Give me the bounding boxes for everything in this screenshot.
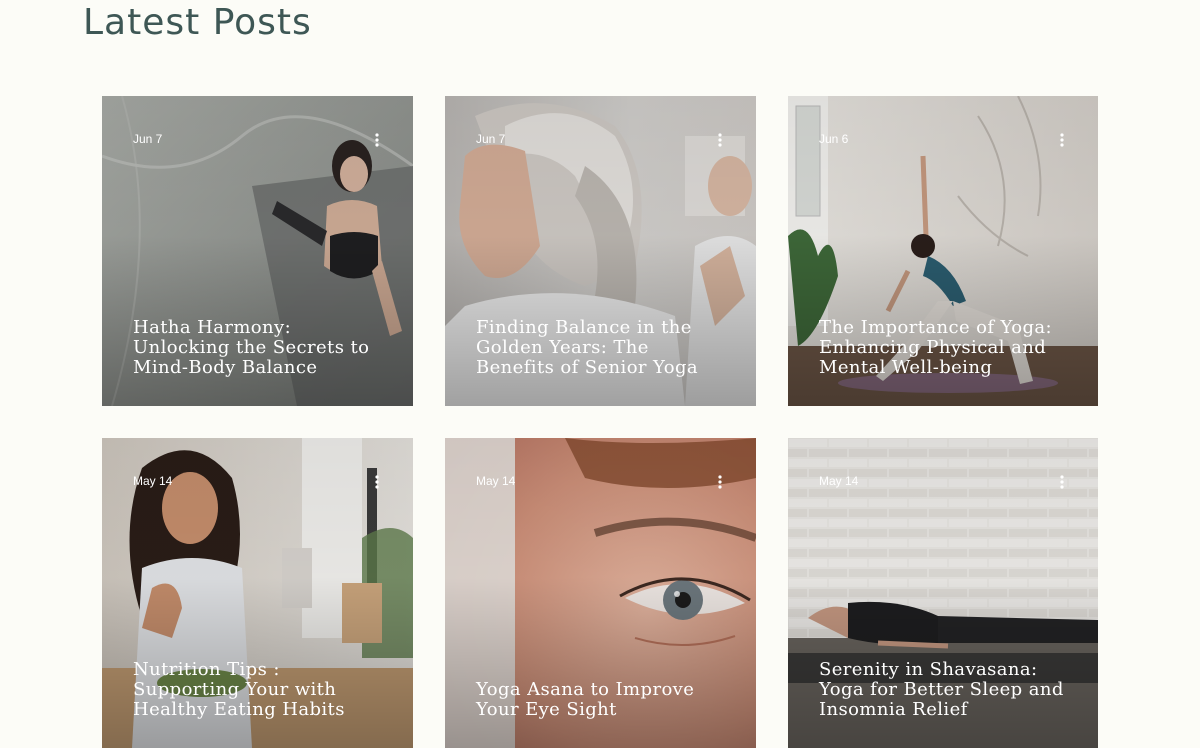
post-card[interactable]: May 14 Yoga Asana to Improve Your Eye Si… bbox=[445, 438, 756, 748]
post-date: Jun 7 bbox=[476, 132, 506, 146]
post-date: May 14 bbox=[476, 474, 516, 488]
more-options-icon[interactable] bbox=[1054, 474, 1070, 490]
more-options-icon[interactable] bbox=[369, 132, 385, 148]
post-title[interactable]: Serenity in Shavasana: Yoga for Better S… bbox=[819, 660, 1074, 720]
post-title[interactable]: The Importance of Yoga: Enhancing Physic… bbox=[819, 318, 1074, 378]
post-card[interactable]: May 14 Serenity in Shavasana: Yoga for B… bbox=[788, 438, 1098, 748]
post-card[interactable]: Jun 7 Hatha Harmony: Unlocking the Secre… bbox=[102, 96, 413, 406]
more-options-icon[interactable] bbox=[369, 474, 385, 490]
post-date: Jun 6 bbox=[819, 132, 849, 146]
post-title[interactable]: Yoga Asana to Improve Your Eye Sight bbox=[476, 680, 732, 720]
post-card[interactable]: May 14 Nutrition Tips : Supporting Your … bbox=[102, 438, 413, 748]
post-title[interactable]: Hatha Harmony: Unlocking the Secrets to … bbox=[133, 318, 389, 378]
post-card[interactable]: Jun 7 Finding Balance in the Golden Year… bbox=[445, 96, 756, 406]
posts-grid: Jun 7 Hatha Harmony: Unlocking the Secre… bbox=[102, 96, 1098, 748]
post-card[interactable]: Jun 6 The Importance of Yoga: Enhancing … bbox=[788, 96, 1098, 406]
page-title: Latest Posts bbox=[83, 2, 312, 43]
post-date: May 14 bbox=[133, 474, 173, 488]
post-date: Jun 7 bbox=[133, 132, 163, 146]
post-title[interactable]: Finding Balance in the Golden Years: The… bbox=[476, 318, 732, 378]
post-title[interactable]: Nutrition Tips : Supporting Your with He… bbox=[133, 660, 389, 720]
more-options-icon[interactable] bbox=[712, 474, 728, 490]
more-options-icon[interactable] bbox=[1054, 132, 1070, 148]
more-options-icon[interactable] bbox=[712, 132, 728, 148]
post-date: May 14 bbox=[819, 474, 859, 488]
